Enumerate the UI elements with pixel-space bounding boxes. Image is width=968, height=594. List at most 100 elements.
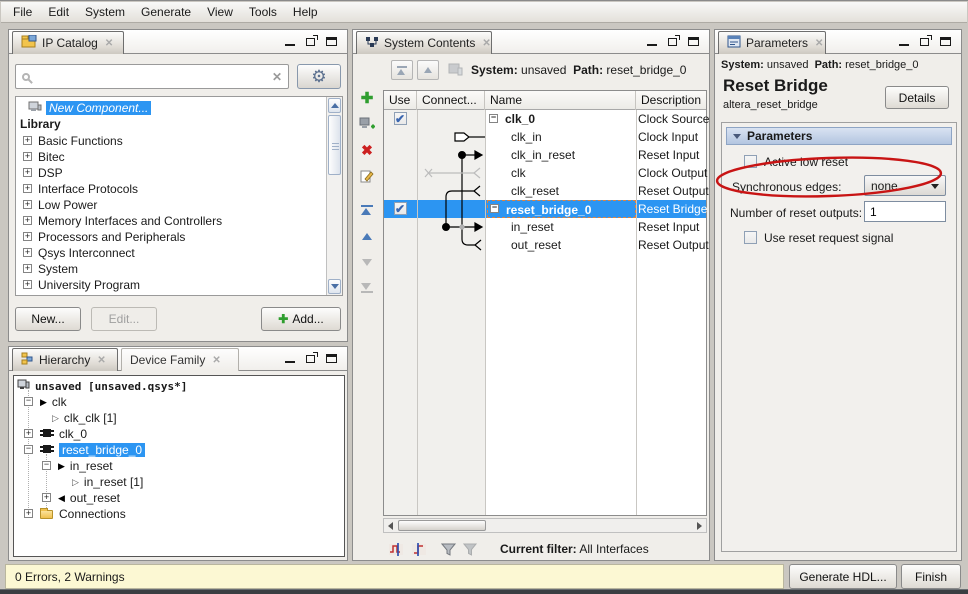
tree-item-low-power[interactable]: Low Power	[38, 197, 97, 213]
minimize-icon[interactable]	[647, 38, 657, 46]
name-cell[interactable]: clk_0	[489, 110, 635, 128]
scrollbar-thumb[interactable]	[398, 520, 486, 531]
menu-file[interactable]: File	[5, 3, 40, 21]
close-icon[interactable]: ✕	[212, 355, 220, 366]
expander-icon[interactable]	[23, 232, 32, 241]
tree-item-root-unsaved[interactable]: unsaved [unsaved.qsys*]	[17, 378, 187, 394]
menu-view[interactable]: View	[199, 3, 241, 21]
add-component-button[interactable]: ✚	[358, 89, 376, 107]
menu-tools[interactable]: Tools	[241, 3, 285, 21]
sync-edges-dropdown[interactable]: none	[864, 175, 946, 196]
minimize-icon[interactable]	[285, 355, 295, 363]
col-use[interactable]: Use	[384, 91, 417, 110]
finish-button[interactable]: Finish	[901, 564, 961, 589]
expander-icon[interactable]	[23, 280, 32, 289]
expander-icon[interactable]	[490, 204, 499, 213]
tab-hierarchy[interactable]: Hierarchy ✕	[12, 348, 118, 371]
tree-item-clk-0[interactable]: clk_0	[40, 426, 87, 442]
tree-item-new-component[interactable]: New Component...	[28, 100, 152, 116]
move-top-button[interactable]	[358, 201, 376, 219]
maximize-icon[interactable]	[326, 37, 337, 46]
float-icon[interactable]	[668, 34, 680, 46]
ip-search-field[interactable]: ✕	[15, 64, 289, 89]
move-down-button[interactable]	[358, 253, 376, 271]
expander-icon[interactable]	[24, 509, 33, 518]
edit-parameters-button[interactable]	[358, 167, 376, 185]
move-up-hierarchy-button[interactable]	[417, 60, 439, 80]
expander-icon[interactable]	[42, 493, 51, 502]
menu-generate[interactable]: Generate	[133, 3, 199, 21]
tree-item-university-program[interactable]: University Program	[38, 277, 140, 293]
menu-edit[interactable]: Edit	[40, 3, 77, 21]
expander-icon[interactable]	[23, 248, 32, 257]
float-icon[interactable]	[920, 34, 932, 46]
expander-icon[interactable]	[42, 461, 51, 470]
expander-icon[interactable]	[23, 216, 32, 225]
maximize-icon[interactable]	[688, 37, 699, 46]
tree-item-basic-functions[interactable]: Basic Functions	[38, 133, 123, 149]
tab-ip-catalog[interactable]: IP Catalog ✕	[12, 31, 124, 54]
tree-item-connections[interactable]: Connections	[40, 506, 126, 522]
float-icon[interactable]	[306, 34, 318, 46]
active-low-reset-checkbox[interactable]	[744, 155, 757, 168]
clear-filter-icon[interactable]	[463, 542, 480, 557]
expander-icon[interactable]	[24, 397, 33, 406]
float-icon[interactable]	[306, 351, 318, 363]
edge-filter-icon[interactable]	[412, 542, 429, 557]
tab-system-contents[interactable]: System Contents ✕	[356, 31, 492, 54]
scroll-left-icon[interactable]	[388, 522, 393, 530]
maximize-icon[interactable]	[326, 354, 337, 363]
scroll-right-icon[interactable]	[697, 522, 702, 530]
tree-item-in-reset[interactable]: ▶ in_reset	[58, 458, 113, 474]
tree-item-bitec[interactable]: Bitec	[38, 149, 65, 165]
tree-item-out-reset[interactable]: ◀ out_reset	[58, 490, 120, 506]
tree-item-clk-clk[interactable]: ▷ clk_clk [1]	[52, 410, 117, 426]
move-bottom-button[interactable]	[358, 279, 376, 297]
tree-item-system[interactable]: System	[38, 261, 78, 277]
new-button[interactable]: New...	[15, 307, 81, 331]
edit-button[interactable]: Edit...	[91, 307, 157, 331]
tab-device-family[interactable]: Device Family ✕	[121, 348, 239, 371]
scroll-down-icon[interactable]	[328, 279, 341, 294]
clock-crossing-icon[interactable]	[389, 542, 406, 557]
scrollbar-thumb[interactable]	[328, 115, 341, 175]
add-button[interactable]: ✚ Add...	[261, 307, 341, 331]
tab-parameters[interactable]: Parameters ✕	[718, 31, 826, 54]
message-status-bar[interactable]: 0 Errors, 2 Warnings	[5, 564, 784, 589]
name-cell[interactable]: reset_bridge_0	[487, 200, 636, 218]
maximize-icon[interactable]	[940, 37, 951, 46]
filter-funnel-icon[interactable]	[441, 542, 457, 557]
tree-item-reset-bridge-0[interactable]: reset_bridge_0	[40, 442, 146, 458]
move-up-button[interactable]	[358, 227, 376, 245]
expander-icon[interactable]	[23, 264, 32, 273]
scroll-up-icon[interactable]	[328, 98, 341, 113]
tree-item-dsp[interactable]: DSP	[38, 165, 63, 181]
parameters-section-header[interactable]: Parameters	[726, 127, 952, 145]
col-description[interactable]: Description	[636, 91, 708, 110]
table-hscrollbar[interactable]	[383, 518, 707, 533]
menu-help[interactable]: Help	[285, 3, 326, 21]
tree-item-processors[interactable]: Processors and Peripherals	[38, 229, 185, 245]
details-button[interactable]: Details	[885, 86, 949, 109]
minimize-icon[interactable]	[285, 38, 295, 46]
close-icon[interactable]: ✕	[482, 38, 490, 49]
tree-item-qsys-interconnect[interactable]: Qsys Interconnect	[38, 245, 135, 261]
use-reset-request-checkbox[interactable]	[744, 231, 757, 244]
remove-button[interactable]: ✖	[358, 141, 376, 159]
close-icon[interactable]: ✕	[105, 38, 113, 49]
col-connections[interactable]: Connect...	[417, 91, 485, 110]
connection-wires[interactable]	[417, 110, 485, 260]
clear-search-icon[interactable]: ✕	[272, 70, 282, 84]
expander-icon[interactable]	[23, 200, 32, 209]
tree-item-memory-interfaces[interactable]: Memory Interfaces and Controllers	[38, 213, 222, 229]
col-name[interactable]: Name	[485, 91, 636, 110]
catalog-settings-button[interactable]: ⚙	[297, 64, 341, 89]
add-system-button[interactable]	[358, 115, 376, 133]
expander-icon[interactable]	[23, 152, 32, 161]
expander-icon[interactable]	[23, 168, 32, 177]
search-input[interactable]	[35, 69, 267, 84]
expander-icon[interactable]	[24, 429, 33, 438]
num-outputs-input[interactable]	[864, 201, 946, 222]
catalog-scrollbar[interactable]	[326, 97, 342, 295]
expander-icon[interactable]	[489, 114, 498, 123]
